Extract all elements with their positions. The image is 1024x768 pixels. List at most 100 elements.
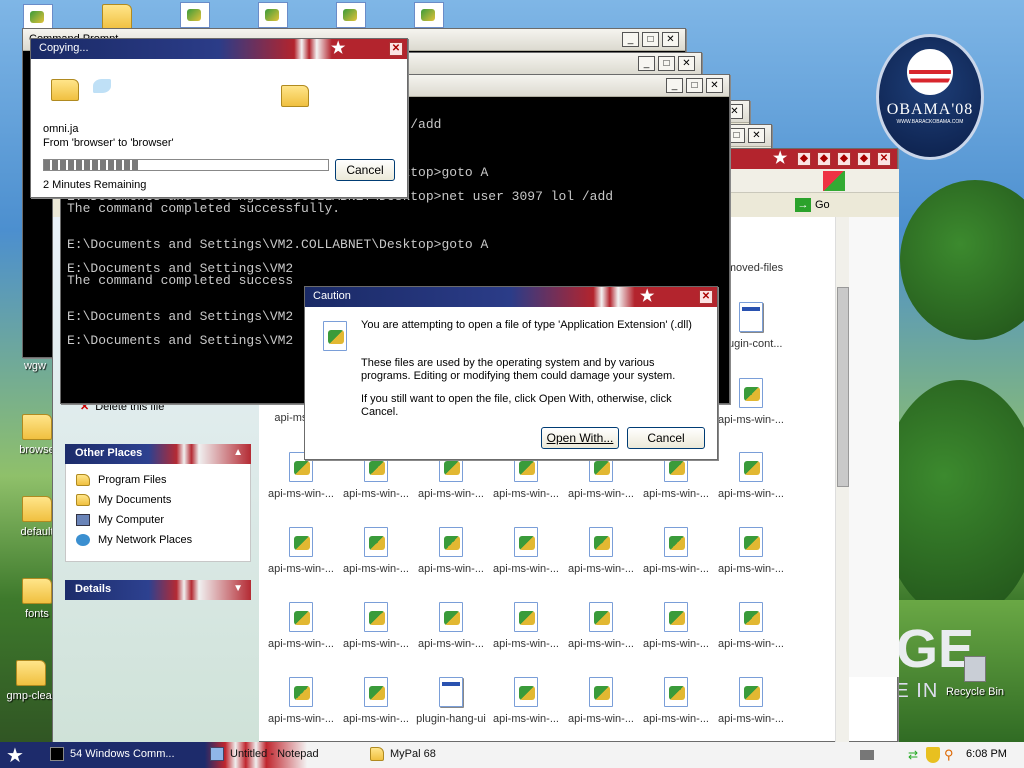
- progress-fill: [44, 160, 138, 170]
- wallpaper-tree: [900, 180, 1024, 340]
- file-item[interactable]: api-ms-win-...: [639, 527, 713, 575]
- file-label: plugin-hang-ui: [416, 713, 486, 725]
- star-icon: ★: [773, 150, 788, 167]
- destination-folder-icon: [281, 85, 309, 107]
- copy-cancel-button[interactable]: Cancel: [335, 159, 395, 181]
- scrollbar[interactable]: [835, 217, 849, 743]
- file-item[interactable]: api-ms-win-...: [339, 677, 413, 725]
- file-item[interactable]: api-ms-win-...: [489, 677, 563, 725]
- notepad-icon: [210, 747, 224, 761]
- close-button[interactable]: ✕: [706, 78, 723, 93]
- file-label: api-ms-win-...: [267, 638, 334, 650]
- file-item[interactable]: api-ms-win-...: [264, 677, 338, 725]
- maximize-button[interactable]: □: [658, 56, 675, 71]
- close-button[interactable]: ✕: [678, 56, 695, 71]
- collapse-chevron-icon[interactable]: ▲: [233, 447, 243, 458]
- file-item[interactable]: api-ms-win-...: [264, 527, 338, 575]
- dll-file-icon: [289, 602, 313, 632]
- file-item[interactable]: api-ms-win-...: [339, 602, 413, 650]
- window-file-icon: [439, 677, 463, 707]
- shield-icon[interactable]: [926, 747, 940, 763]
- maximize-button[interactable]: □: [642, 32, 659, 47]
- taskbar-item-command[interactable]: 54 Windows Comm...: [46, 745, 181, 765]
- close-button[interactable]: ✕: [389, 42, 403, 56]
- details-header[interactable]: Details ▼: [65, 580, 251, 600]
- folder-icon: [22, 414, 52, 440]
- close-button[interactable]: ✕: [877, 152, 891, 166]
- close-button[interactable]: ✕: [748, 128, 765, 143]
- dll-file-icon: [739, 602, 763, 632]
- file-label: api-ms-win-...: [492, 638, 559, 650]
- maximize-button[interactable]: □: [686, 78, 703, 93]
- expand-chevron-icon[interactable]: ▼: [233, 583, 243, 594]
- caution-instruction: If you still want to open the file, clic…: [361, 393, 672, 418]
- other-places-panel: Program Files My Documents My Computer M…: [65, 464, 251, 562]
- place-my-documents[interactable]: My Documents: [76, 490, 240, 510]
- search-icon[interactable]: ⚲: [944, 747, 954, 763]
- minimize-button[interactable]: _: [622, 32, 639, 47]
- network-tray-icon[interactable]: ⇄: [908, 748, 922, 762]
- clock: 6:08 PM: [966, 748, 1007, 760]
- network-icon: [76, 534, 90, 546]
- maximize-button[interactable]: ◆: [837, 152, 851, 166]
- minimize-button[interactable]: ◆: [797, 152, 811, 166]
- flying-paper-icon: [93, 79, 111, 93]
- minimize-button[interactable]: _: [638, 56, 655, 71]
- file-item[interactable]: api-ms-win-...: [339, 527, 413, 575]
- file-item[interactable]: api-ms-win-...: [714, 602, 788, 650]
- place-program-files[interactable]: Program Files: [76, 470, 240, 490]
- file-item[interactable]: api-ms-win-...: [639, 602, 713, 650]
- file-label: api-ms-win-...: [642, 713, 709, 725]
- file-item[interactable]: api-ms-win-...: [564, 677, 638, 725]
- dll-file-icon: [739, 378, 763, 408]
- file-item[interactable]: api-ms-win-...: [639, 677, 713, 725]
- file-item[interactable]: api-ms-win-...: [489, 527, 563, 575]
- place-my-computer[interactable]: My Computer: [76, 510, 240, 530]
- file-item[interactable]: api-ms-win-...: [714, 527, 788, 575]
- desktop-icon-recycle-bin[interactable]: Recycle Bin: [940, 656, 1010, 698]
- copying-dialog[interactable]: Copying... ★ ✕ omni.ja From 'browser' to…: [30, 38, 408, 198]
- file-item[interactable]: api-ms-win-...: [264, 602, 338, 650]
- caution-dialog[interactable]: Caution ★ ✕ You are attempting to open a…: [304, 286, 718, 460]
- minimize-button[interactable]: _: [666, 78, 683, 93]
- window-titlebar[interactable]: _ □ ✕: [361, 53, 701, 75]
- file-label: api-ms-win-...: [717, 638, 784, 650]
- other-places-header[interactable]: Other Places ▲: [65, 444, 251, 464]
- caution-cancel-button[interactable]: Cancel: [627, 427, 705, 449]
- file-item[interactable]: api-ms-win-...: [414, 527, 488, 575]
- dll-file-icon: [589, 602, 613, 632]
- go-button[interactable]: → Go: [793, 195, 839, 215]
- dialog-titlebar[interactable]: Caution ★ ✕: [305, 287, 717, 307]
- restore-button[interactable]: ◆: [817, 152, 831, 166]
- place-my-network-places[interactable]: My Network Places: [76, 530, 240, 550]
- folder-icon: [16, 660, 46, 686]
- dll-file-icon: [514, 602, 538, 632]
- taskbar-item-notepad[interactable]: Untitled - Notepad: [206, 745, 325, 765]
- star-icon: ★: [640, 288, 655, 305]
- keyboard-icon[interactable]: [860, 750, 874, 760]
- maximize-button[interactable]: □: [728, 128, 745, 143]
- file-label: api-ms-win-...: [342, 563, 409, 575]
- open-with-button[interactable]: Open With...: [541, 427, 619, 449]
- dll-file-icon: [739, 527, 763, 557]
- file-item[interactable]: api-ms-win-...: [564, 527, 638, 575]
- dll-file-icon: [289, 527, 313, 557]
- file-label: api-ms-win-...: [642, 638, 709, 650]
- folder-icon: [76, 474, 90, 486]
- help-button[interactable]: ◆: [857, 152, 871, 166]
- close-button[interactable]: ✕: [699, 290, 713, 304]
- file-item[interactable]: api-ms-win-...: [714, 677, 788, 725]
- file-label: api-ms-win-...: [267, 488, 334, 500]
- file-item[interactable]: api-ms-win-...: [489, 602, 563, 650]
- file-item[interactable]: plugin-hang-ui: [414, 677, 488, 725]
- close-button[interactable]: ✕: [662, 32, 679, 47]
- file-item[interactable]: api-ms-win-...: [414, 602, 488, 650]
- scrollbar-thumb[interactable]: [837, 287, 849, 487]
- file-item[interactable]: api-ms-win-...: [714, 452, 788, 500]
- dialog-titlebar[interactable]: Copying... ★ ✕: [31, 39, 407, 59]
- file-label: api-ms-win-...: [717, 713, 784, 725]
- scrollbar-gutter: [849, 217, 899, 677]
- taskbar-item-mypal[interactable]: MyPal 68: [366, 745, 442, 765]
- file-item[interactable]: api-ms-win-...: [564, 602, 638, 650]
- start-button[interactable]: ★: [6, 743, 24, 768]
